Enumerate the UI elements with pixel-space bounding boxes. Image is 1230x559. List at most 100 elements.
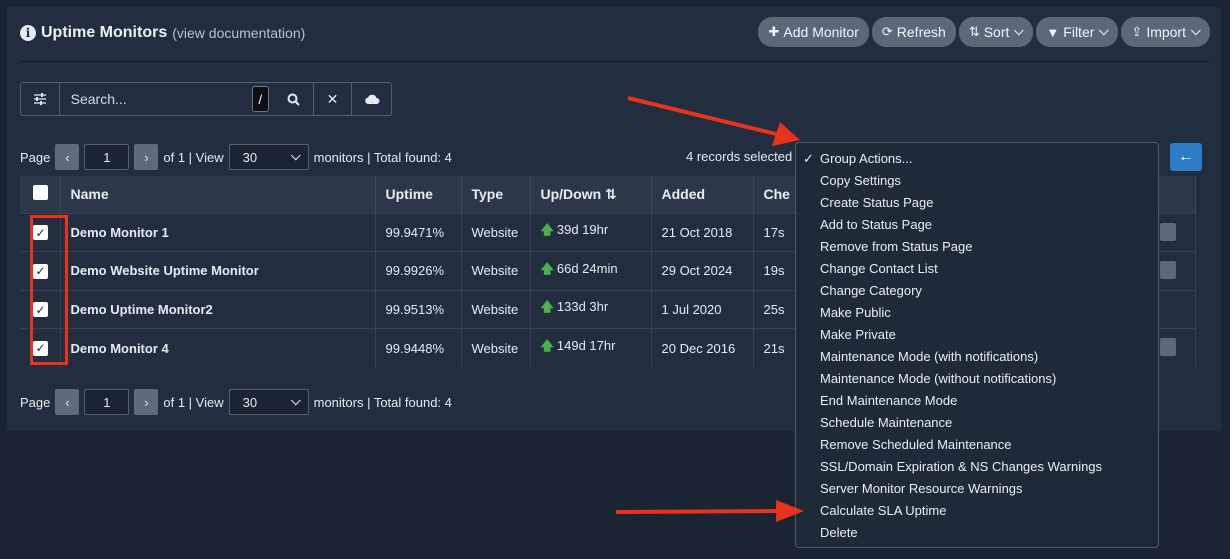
menu-item-end-maintenance[interactable]: End Maintenance Mode xyxy=(796,390,1158,412)
monitor-added: 29 Oct 2024 xyxy=(651,251,754,290)
monitor-updown: 🡅 66d 24min xyxy=(530,251,652,290)
monitor-updown: 🡅 149d 17hr xyxy=(530,328,652,367)
plus-icon: ✚ xyxy=(768,24,780,39)
monitor-uptime: 99.9471% xyxy=(375,212,462,252)
header-divider xyxy=(20,61,1210,62)
monitor-type: Website xyxy=(461,328,531,367)
updown-column-header[interactable]: Up/Down ⇅ xyxy=(530,176,652,213)
menu-item-change-category[interactable]: Change Category xyxy=(796,280,1158,302)
menu-item-create-status-page[interactable]: Create Status Page xyxy=(796,192,1158,214)
view-count-select[interactable]: 30 xyxy=(228,144,309,170)
view-documentation-link[interactable]: (view documentation) xyxy=(172,25,305,41)
next-page-button[interactable]: › xyxy=(134,144,159,170)
page-input[interactable]: 1 xyxy=(84,389,130,415)
page-title: Uptime Monitors xyxy=(41,24,168,41)
row-actions-button[interactable] xyxy=(1160,261,1176,279)
menu-item-add-to-status-page[interactable]: Add to Status Page xyxy=(796,214,1158,236)
prev-page-button[interactable]: ‹ xyxy=(55,389,80,415)
uptime-column-header[interactable]: Uptime xyxy=(375,176,462,213)
chevron-down-icon xyxy=(290,394,301,405)
updown-value: 149d 17hr xyxy=(556,338,616,353)
select-all-header[interactable] xyxy=(20,176,61,213)
cloud-button[interactable] xyxy=(352,83,391,115)
chevron-left-icon: ‹ xyxy=(65,149,70,165)
arrow-up-icon: 🡅 xyxy=(540,222,554,238)
selected-records-label: 4 records selected xyxy=(686,149,793,164)
toolbar: ✚ Add Monitor ⟳ Refresh ⇅ Sort ▼ Filter ⇪ Imp… xyxy=(758,17,1210,47)
clear-search-button[interactable]: ✕ xyxy=(314,83,353,115)
sort-button[interactable]: ⇅ Sort xyxy=(958,17,1034,47)
info-icon: i xyxy=(20,25,36,41)
monitor-added: 1 Jul 2020 xyxy=(651,289,754,329)
menu-item-remove-from-status-page[interactable]: Remove from Status Page xyxy=(796,236,1158,258)
menu-item-make-public[interactable]: Make Public xyxy=(796,302,1158,324)
monitor-name[interactable]: Demo Monitor 4 xyxy=(60,328,376,367)
view-count-select[interactable]: 30 xyxy=(228,389,309,415)
chevron-right-icon: › xyxy=(144,149,149,165)
apply-group-action-button[interactable]: ← xyxy=(1170,143,1202,171)
sort-label: Sort xyxy=(983,24,1010,40)
row-actions-button[interactable] xyxy=(1160,223,1176,241)
page-input[interactable]: 1 xyxy=(84,144,130,170)
menu-item-maintenance-without-notifications[interactable]: Maintenance Mode (without notifications) xyxy=(796,368,1158,390)
menu-item-ssl-domain-warnings[interactable]: SSL/Domain Expiration & NS Changes Warni… xyxy=(796,456,1158,478)
page-label: Page xyxy=(20,149,51,165)
filter-button[interactable]: ▼ Filter xyxy=(1036,17,1119,47)
menu-item-delete[interactable]: Delete xyxy=(796,522,1158,544)
page-of-label: of 1 | View xyxy=(163,394,224,410)
refresh-label: Refresh xyxy=(896,24,946,40)
monitor-added: 21 Oct 2018 xyxy=(651,212,754,252)
sort-icon: ⇅ xyxy=(968,24,980,39)
menu-item-copy-settings[interactable]: Copy Settings xyxy=(796,170,1158,192)
menu-item-remove-scheduled-maintenance[interactable]: Remove Scheduled Maintenance xyxy=(796,434,1158,456)
monitor-updown: 🡅 39d 19hr xyxy=(530,212,652,252)
add-monitor-button[interactable]: ✚ Add Monitor xyxy=(758,17,869,47)
select-all-checkbox[interactable] xyxy=(33,185,48,201)
next-page-button[interactable]: › xyxy=(134,389,159,415)
add-monitor-label: Add Monitor xyxy=(783,24,859,40)
search-shortcut-key: / xyxy=(251,86,270,112)
menu-item-make-private[interactable]: Make Private xyxy=(796,324,1158,346)
menu-item-maintenance-with-notifications[interactable]: Maintenance Mode (with notifications) xyxy=(796,346,1158,368)
filter-settings-button[interactable] xyxy=(21,83,60,115)
filter-label: Filter xyxy=(1063,24,1095,40)
chevron-down-icon xyxy=(1099,24,1110,35)
pager-top: Page ‹ 1 › of 1 | View 30 monitors | Tot… xyxy=(20,144,452,170)
chevron-down-icon xyxy=(290,149,301,160)
updown-value: 66d 24min xyxy=(556,260,618,276)
page-header: i Uptime Monitors (view documentation) xyxy=(20,18,305,48)
filter-icon: ▼ xyxy=(1046,24,1060,40)
menu-item-server-resource-warnings[interactable]: Server Monitor Resource Warnings xyxy=(796,478,1158,500)
view-count-value: 30 xyxy=(242,394,258,410)
type-column-header[interactable]: Type xyxy=(461,176,531,213)
prev-page-button[interactable]: ‹ xyxy=(55,144,80,170)
arrow-up-icon: 🡅 xyxy=(540,260,554,276)
menu-item-change-contact-list[interactable]: Change Contact List xyxy=(796,258,1158,280)
cloud-icon xyxy=(364,94,380,104)
menu-item-calculate-sla-uptime[interactable]: Calculate SLA Uptime xyxy=(796,500,1158,522)
menu-item-schedule-maintenance[interactable]: Schedule Maintenance xyxy=(796,412,1158,434)
import-button[interactable]: ⇪ Import xyxy=(1121,17,1210,47)
row-actions-button[interactable] xyxy=(1160,338,1176,356)
close-icon: ✕ xyxy=(326,90,339,107)
monitor-added: 20 Dec 2016 xyxy=(651,328,754,367)
name-column-header[interactable]: Name xyxy=(60,176,376,213)
search-button[interactable] xyxy=(275,83,314,115)
annotation-arrow-icon xyxy=(627,96,800,146)
arrow-left-icon: ← xyxy=(1178,148,1194,165)
added-column-header[interactable]: Added xyxy=(651,176,754,213)
search-input[interactable] xyxy=(59,83,252,115)
annotation-arrow-icon xyxy=(615,500,804,522)
page-of-label: of 1 | View xyxy=(163,149,224,165)
monitor-uptime: 99.9513% xyxy=(375,289,462,329)
group-actions-dropdown[interactable]: Group Actions... Copy Settings Create St… xyxy=(795,142,1159,548)
monitor-name[interactable]: Demo Monitor 1 xyxy=(60,212,376,252)
upload-icon: ⇪ xyxy=(1131,24,1143,39)
chevron-right-icon: › xyxy=(144,394,149,410)
monitor-name[interactable]: Demo Uptime Monitor2 xyxy=(60,289,376,329)
refresh-button[interactable]: ⟳ Refresh xyxy=(871,17,956,47)
monitor-name[interactable]: Demo Website Uptime Monitor xyxy=(60,251,376,290)
import-label: Import xyxy=(1146,24,1186,40)
updown-value: 39d 19hr xyxy=(556,222,609,238)
menu-item-group-actions[interactable]: Group Actions... xyxy=(796,148,1158,170)
